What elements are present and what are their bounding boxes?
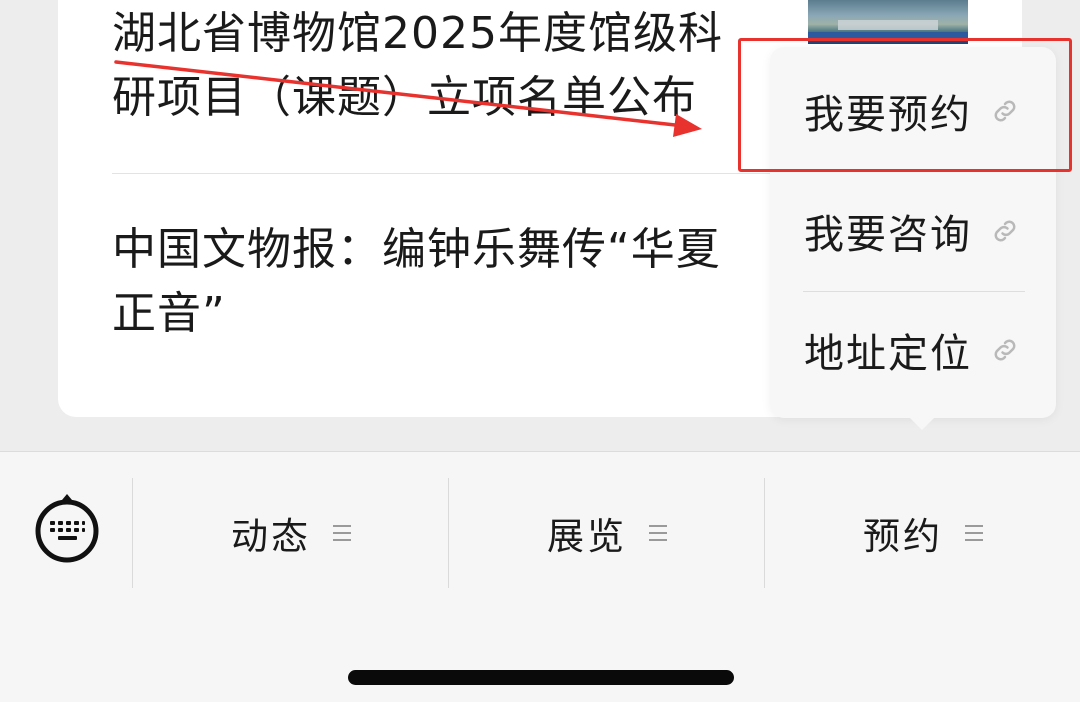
tab-reservation[interactable]: 预约 [765,480,1080,586]
home-indicator[interactable] [348,670,734,685]
tab-label: 展览 [547,515,627,558]
screen: 湖北省博物馆2025年度馆级科研项目（课题）立项名单公布 中国文物报：编钟乐舞传… [0,0,1080,702]
keyboard-icon[interactable] [33,493,101,563]
tab-label: 预约 [863,515,943,558]
menu-lines-icon [333,525,351,541]
tab-dynamics[interactable]: 动态 [133,480,449,586]
tab-exhibitions[interactable]: 展览 [449,480,765,586]
menu-lines-icon [965,525,983,541]
tab-label: 动态 [231,515,311,558]
menu-lines-icon [649,525,667,541]
